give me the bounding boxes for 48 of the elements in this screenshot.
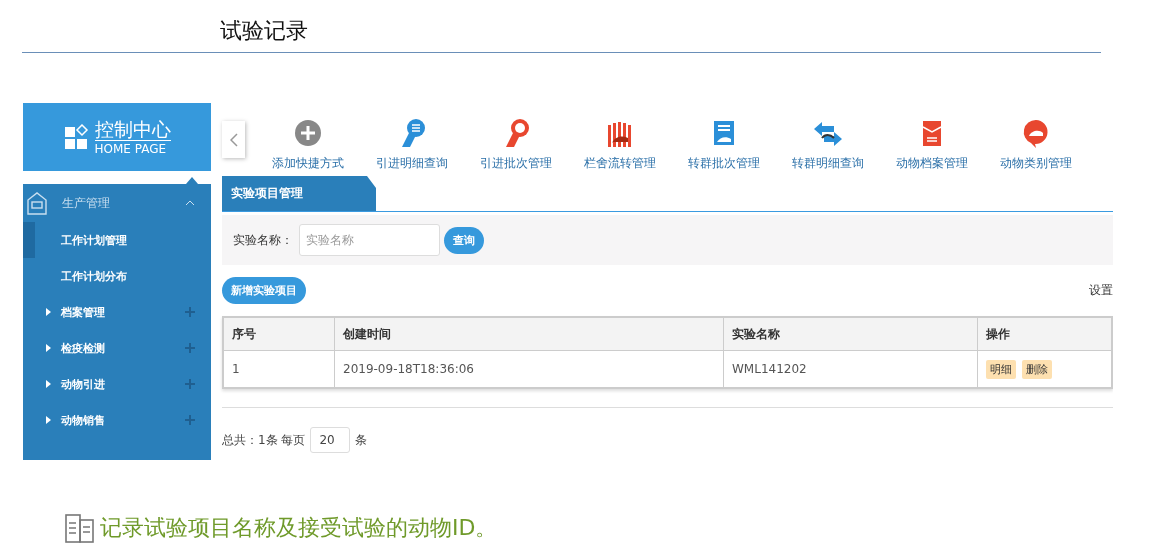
triangle-icon [46,344,51,352]
chevron-left-icon [229,132,238,147]
delete-button[interactable]: 删除 [1022,359,1052,379]
toolbar-shortcut[interactable]: 转群批次管理 [672,117,776,172]
plus-icon [185,343,195,353]
document-icon [64,512,96,544]
search-button[interactable]: 查询 [444,226,484,254]
toolbar-shortcut[interactable]: 引进批次管理 [464,117,568,172]
toolbar-shortcut[interactable]: 添加快捷方式 [256,117,360,172]
column-header: 实验名称 [723,317,978,351]
caret-icon [185,200,195,206]
field-label: 实验名称： [233,231,293,249]
plus-icon [185,379,195,389]
logo-title: 控制中心 [94,117,171,141]
toolbar-shortcut[interactable]: 动物类别管理 [984,117,1088,172]
column-header: 序号 [223,317,335,351]
sidebar-item[interactable]: 检疫检测 [23,330,211,366]
pagination-total: 总共：1条 每页 [222,431,306,449]
sidebar-item[interactable]: 动物引进 [23,366,211,402]
column-header: 创建时间 [334,317,724,351]
plus-icon [292,117,324,149]
scroll-left-button[interactable] [222,121,245,158]
tiles-logo-icon [63,124,90,150]
toolbar-shortcut[interactable]: 转群明细查询 [776,117,880,172]
search-field[interactable]: 实验名称 [299,224,440,256]
toolbar-shortcut[interactable]: 动物档案管理 [880,117,984,172]
page-size-field[interactable]: 20 [310,427,351,453]
pagination-unit: 条 [355,431,368,449]
sidebar-section[interactable]: 生产管理 [23,184,211,222]
toolbar-shortcut[interactable]: 引进明细查询 [360,117,464,172]
logo-subtitle: HOME PAGE [94,140,167,157]
column-header: 操作 [977,317,1112,351]
triangle-icon [46,380,51,388]
triangle-icon [46,308,51,316]
detail-button[interactable]: 明细 [986,359,1016,379]
sidebar-item[interactable]: 工作计划分布 [23,258,211,294]
toolbar-shortcut[interactable]: 栏舍流转管理 [568,117,672,172]
settings-link[interactable]: 设置 [1089,282,1113,299]
house-icon [26,191,48,215]
plus-icon [185,415,195,425]
tab[interactable]: 实验项目管理 [222,176,376,211]
sidebar-item[interactable]: 动物销售 [23,402,211,438]
triangle-icon [46,416,51,424]
plus-icon [185,307,195,317]
sidebar-item[interactable]: 档案管理 [23,294,211,330]
page-title: 试验记录 [220,18,308,43]
note-text: 记录试验项目名称及接受试验的动物ID。 [100,514,498,542]
add-button[interactable]: 新增实验项目 [222,277,306,304]
